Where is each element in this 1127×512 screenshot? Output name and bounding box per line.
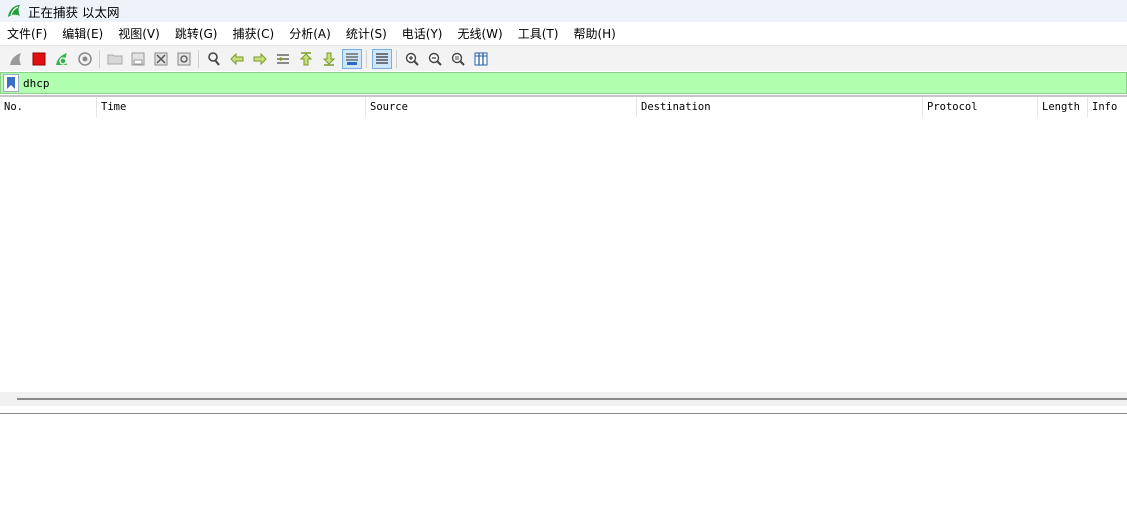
column-header-no[interactable]: No. bbox=[0, 97, 96, 117]
column-header-protocol[interactable]: Protocol bbox=[922, 97, 1037, 117]
column-header-time[interactable]: Time bbox=[96, 97, 365, 117]
zoom-in-icon[interactable] bbox=[402, 49, 422, 69]
go-forward-icon[interactable] bbox=[250, 49, 270, 69]
toolbar-separator bbox=[366, 49, 367, 68]
reload-file-icon[interactable] bbox=[174, 49, 194, 69]
menu-bar: 文件(F) 编辑(E) 视图(V) 跳转(G) 捕获(C) 分析(A) 统计(S… bbox=[0, 22, 1127, 45]
packet-details-pane[interactable] bbox=[0, 406, 1127, 414]
restart-capture-icon[interactable] bbox=[52, 49, 72, 69]
menu-analyze[interactable]: 分析(A) bbox=[282, 25, 339, 42]
column-header-length[interactable]: Length bbox=[1037, 97, 1087, 117]
go-to-packet-icon[interactable] bbox=[273, 49, 293, 69]
colorize-icon[interactable] bbox=[371, 48, 392, 69]
column-header-info[interactable]: Info bbox=[1087, 97, 1127, 117]
first-packet-icon[interactable] bbox=[296, 49, 316, 69]
open-file-icon[interactable] bbox=[105, 49, 125, 69]
title-bar: 正在捕获 以太网 bbox=[0, 0, 1127, 22]
toolbar-separator bbox=[396, 49, 397, 68]
toolbar-separator bbox=[198, 49, 199, 68]
splitter-handle[interactable] bbox=[17, 398, 1127, 400]
menu-telephony[interactable]: 电话(Y) bbox=[395, 25, 451, 42]
go-back-icon[interactable] bbox=[227, 49, 247, 69]
toolbar-separator bbox=[99, 49, 100, 68]
autoscroll-icon[interactable] bbox=[341, 48, 362, 69]
menu-statistics[interactable]: 统计(S) bbox=[339, 25, 395, 42]
menu-go[interactable]: 跳转(G) bbox=[168, 25, 226, 42]
start-capture-icon[interactable] bbox=[6, 49, 26, 69]
window-title: 正在捕获 以太网 bbox=[28, 4, 120, 20]
resize-columns-icon[interactable] bbox=[471, 49, 491, 69]
wireshark-fin-icon bbox=[6, 3, 22, 19]
menu-wireless[interactable]: 无线(W) bbox=[451, 25, 511, 42]
bookmark-icon[interactable] bbox=[3, 74, 19, 92]
packet-list-header: No. Time Source Destination Protocol Len… bbox=[0, 97, 1127, 117]
menu-view[interactable]: 视图(V) bbox=[111, 25, 168, 42]
column-header-destination[interactable]: Destination bbox=[636, 97, 922, 117]
packet-bytes-pane[interactable] bbox=[0, 415, 1127, 512]
menu-file[interactable]: 文件(F) bbox=[0, 25, 55, 42]
save-file-icon[interactable] bbox=[128, 49, 148, 69]
stop-capture-icon[interactable] bbox=[29, 49, 49, 69]
packet-list-pane[interactable]: No. Time Source Destination Protocol Len… bbox=[0, 95, 1127, 392]
menu-capture[interactable]: 捕获(C) bbox=[225, 25, 282, 42]
close-file-icon[interactable] bbox=[151, 49, 171, 69]
menu-edit[interactable]: 编辑(E) bbox=[55, 25, 111, 42]
main-toolbar bbox=[0, 45, 1127, 71]
zoom-out-icon[interactable] bbox=[425, 49, 445, 69]
last-packet-icon[interactable] bbox=[319, 49, 339, 69]
column-header-source[interactable]: Source bbox=[365, 97, 636, 117]
capture-options-icon[interactable] bbox=[75, 49, 95, 69]
display-filter-input[interactable] bbox=[23, 74, 1113, 92]
find-packet-icon[interactable] bbox=[204, 49, 224, 69]
display-filter-bar bbox=[0, 72, 1127, 94]
pane-splitter[interactable] bbox=[0, 392, 1127, 406]
menu-tools[interactable]: 工具(T) bbox=[511, 25, 567, 42]
normal-size-icon[interactable] bbox=[448, 49, 468, 69]
menu-help[interactable]: 帮助(H) bbox=[566, 25, 623, 42]
